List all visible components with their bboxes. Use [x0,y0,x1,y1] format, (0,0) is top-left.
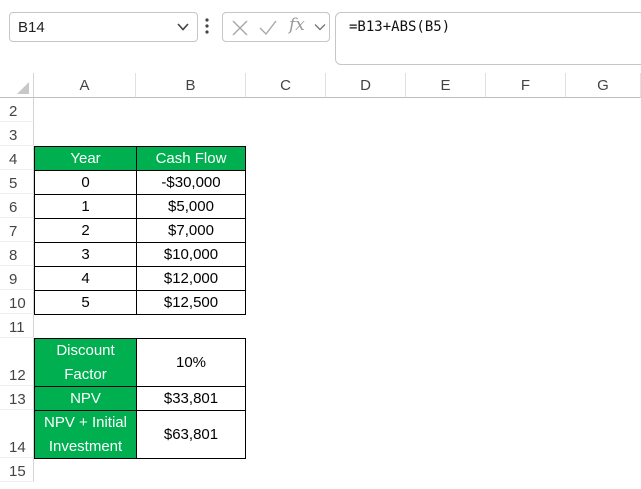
insert-function-icon[interactable]: fx [289,15,305,35]
name-box[interactable]: B14 [9,12,198,42]
cell-b10[interactable]: $12,500 [136,290,246,315]
cell-b7[interactable]: $7,000 [136,218,246,243]
check-icon[interactable] [258,19,278,37]
row-header-15[interactable]: 15 [0,458,34,482]
column-header-c[interactable]: C [246,73,326,98]
more-options-icon[interactable] [205,18,209,34]
column-header-b[interactable]: B [136,73,246,98]
cell-b14-npv-initial-value[interactable]: $63,801 [136,410,246,459]
formula-bar: B14 fx =B13+ABS(B5) [0,0,641,70]
column-header-f[interactable]: F [486,73,566,98]
discount-label-line2: Factor [64,365,107,383]
cell-a5[interactable]: 0 [34,170,137,195]
formula-controls: fx [222,12,330,42]
column-header-g[interactable]: G [566,73,641,98]
discount-label-line1: Discount [56,341,115,359]
row-header-3[interactable]: 3 [0,122,34,146]
row-header-7[interactable]: 7 [0,218,34,242]
chevron-down-icon[interactable] [314,21,326,33]
cell-a14-npv-initial-label[interactable]: NPV + Initial Investment [34,410,137,459]
select-all-button[interactable] [0,73,34,98]
row-header-9[interactable]: 9 [0,266,34,290]
cell-a13-npv-label[interactable]: NPV [34,386,137,411]
npv-initial-label-line1: NPV + Initial [44,413,127,431]
name-box-value: B14 [18,19,45,36]
select-all-icon [17,82,29,94]
row-header-6[interactable]: 6 [0,194,34,218]
row-header-11[interactable]: 11 [0,314,34,338]
row-header-5[interactable]: 5 [0,170,34,194]
row-header-12[interactable]: 12 [0,338,34,386]
column-header-e[interactable]: E [406,73,486,98]
npv-initial-label-line2: Investment [48,437,123,455]
column-header-a[interactable]: A [34,73,136,98]
worksheet-grid: A B C D E F G 2 3 4 5 6 7 8 9 10 11 12 1… [0,73,641,489]
cell-a12-discount-label[interactable]: Discount Factor [34,338,137,387]
row-header-13[interactable]: 13 [0,386,34,410]
row-header-2[interactable]: 2 [0,98,34,122]
cell-b12-discount-value[interactable]: 10% [136,338,246,387]
column-header-d[interactable]: D [326,73,406,98]
row-header-4[interactable]: 4 [0,146,34,170]
cell-a4-year-header[interactable]: Year [34,146,137,171]
row-header-10[interactable]: 10 [0,290,34,314]
cell-a8[interactable]: 3 [34,242,137,267]
cell-a10[interactable]: 5 [34,290,137,315]
cell-b13-npv-value[interactable]: $33,801 [136,386,246,411]
chevron-down-icon[interactable] [176,20,190,34]
cell-b4-cash-flow-header[interactable]: Cash Flow [136,146,246,171]
cell-a9[interactable]: 4 [34,266,137,291]
cell-b8[interactable]: $10,000 [136,242,246,267]
row-header-8[interactable]: 8 [0,242,34,266]
formula-text: =B13+ABS(B5) [349,19,451,35]
cell-b6[interactable]: $5,000 [136,194,246,219]
formula-input[interactable]: =B13+ABS(B5) [335,12,641,65]
cell-a7[interactable]: 2 [34,218,137,243]
cancel-icon[interactable] [231,19,249,37]
row-header-14[interactable]: 14 [0,410,34,458]
cell-b5[interactable]: -$30,000 [136,170,246,195]
cell-a6[interactable]: 1 [34,194,137,219]
cell-b9[interactable]: $12,000 [136,266,246,291]
